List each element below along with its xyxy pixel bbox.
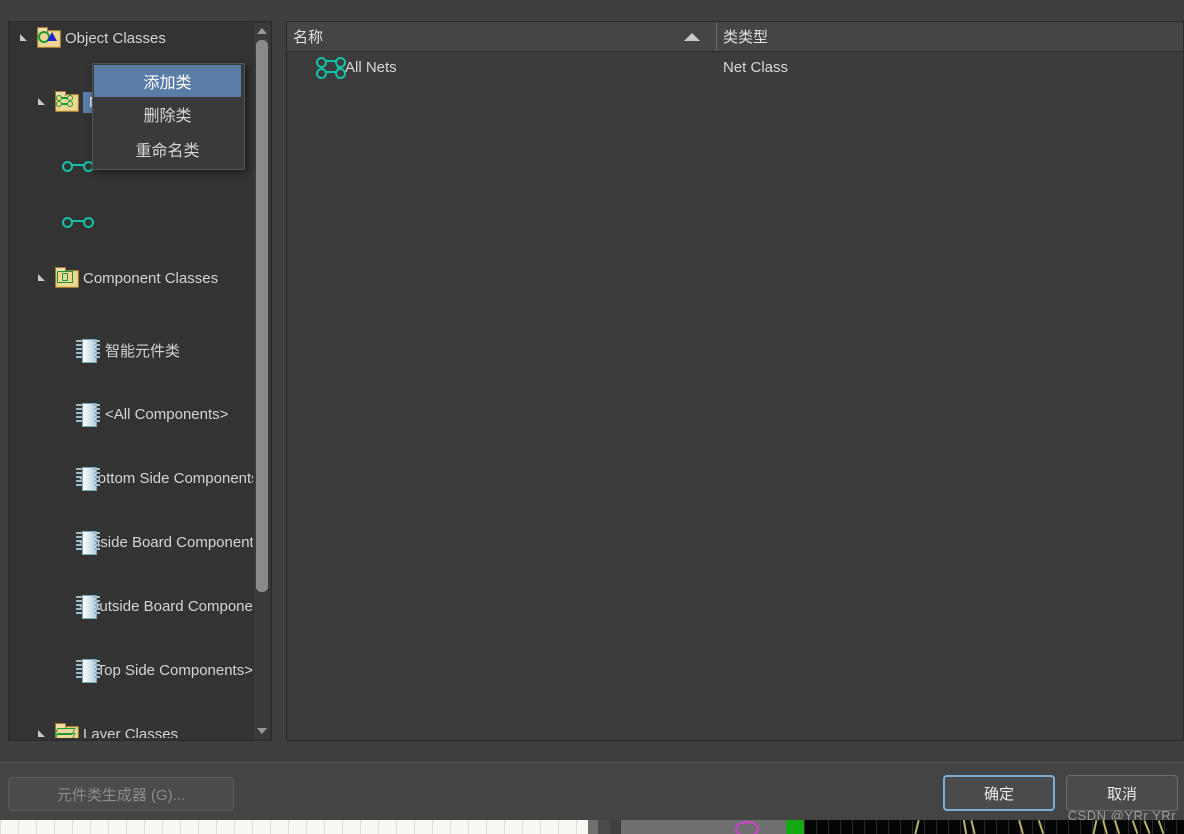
folder-component-classes-icon (53, 267, 79, 289)
context-menu-item-delete-class[interactable]: 删除类 (94, 98, 241, 130)
folder-net-classes-icon (53, 91, 79, 113)
tree-item-net-b[interactable] (9, 206, 253, 238)
tree-item-top-side-components[interactable]: <Top Side Components> (9, 654, 253, 686)
tree-item-label: <Top Side Components> (87, 661, 253, 679)
tree-item-component-classes[interactable]: Component Classes (9, 262, 253, 294)
context-menu-item-label: 删除类 (143, 108, 192, 125)
dialog-body: Object Classes Net Classes (0, 0, 1184, 762)
scroll-up-button[interactable] (254, 23, 270, 39)
tree-item-outside-board-components[interactable]: <Outside Board Components> (9, 590, 253, 622)
cancel-button-label: 取消 (1106, 785, 1137, 803)
pcb-magenta-arc (735, 821, 759, 834)
ok-button[interactable]: 确定 (943, 775, 1055, 811)
component-class-generator-label: 元件类生成器 (G)... (56, 786, 186, 804)
tree-item-object-classes[interactable]: Object Classes (9, 22, 253, 54)
tree-vertical-scrollbar[interactable] (254, 23, 270, 739)
column-header-type[interactable]: 类类型 (717, 22, 1183, 51)
chevron-up-icon (257, 28, 267, 34)
column-header-label: 名称 (293, 29, 324, 46)
pcb-gray-bar-3 (621, 820, 786, 834)
component-class-generator-button[interactable]: 元件类生成器 (G)... (8, 777, 234, 811)
list-header-row: 名称 类类型 (287, 22, 1183, 52)
scroll-down-button[interactable] (254, 723, 270, 739)
class-members-list-panel[interactable]: 名称 类类型 All Nets Net Class (286, 21, 1184, 741)
pcb-gray-bar-1 (588, 820, 598, 834)
pcb-green-marker (786, 820, 804, 834)
column-header-name[interactable]: 名称 (287, 22, 717, 51)
scrollbar-thumb[interactable] (256, 40, 268, 592)
folder-object-classes-icon (35, 27, 61, 49)
net-icon (315, 56, 346, 79)
chip-icon (75, 402, 101, 427)
tree-item-label: Component Classes (83, 269, 219, 287)
expander-arrow-icon[interactable] (35, 262, 53, 294)
pcb-canvas-background (0, 820, 1184, 834)
column-header-label: 类类型 (723, 29, 769, 46)
net-icon (61, 211, 94, 233)
pcb-white-region (0, 820, 588, 834)
sort-ascending-icon (684, 33, 700, 41)
pcb-gray-bar-2 (598, 820, 610, 834)
context-menu-item-label: 添加类 (143, 75, 192, 92)
folder-layer-classes-icon (53, 723, 79, 738)
tree-item-label: 智能元件类 (105, 342, 181, 360)
tree-item-label: Object Classes (65, 29, 166, 47)
tree-context-menu[interactable]: 添加类 删除类 重命名类 (92, 63, 245, 170)
tree-item-label: Layer Classes (83, 725, 179, 739)
dialog-footer: 元件类生成器 (G)... 确定 取消 (0, 762, 1184, 821)
tree-item-inside-board-components[interactable]: <Inside Board Components> (9, 526, 253, 558)
cell-type-label: Net Class (723, 58, 789, 76)
tree-item-smart-component-class[interactable]: 智能元件类 (9, 334, 253, 366)
cancel-button[interactable]: 取消 (1066, 775, 1178, 811)
expander-arrow-icon[interactable] (35, 718, 53, 738)
chip-icon (75, 338, 101, 363)
context-menu-item-rename-class[interactable]: 重命名类 (94, 132, 241, 166)
ok-button-label: 确定 (983, 785, 1014, 803)
net-icon (61, 155, 94, 177)
pcb-black-region (804, 820, 1184, 834)
cell-name-label: All Nets (345, 58, 397, 76)
tree-item-layer-classes[interactable]: Layer Classes (9, 718, 253, 738)
chevron-down-icon (257, 728, 267, 734)
tree-item-label: <Outside Board Components> (79, 597, 253, 615)
tree-item-label: <All Components> (105, 405, 229, 423)
context-menu-item-add-class[interactable]: 添加类 (94, 65, 241, 97)
expander-arrow-icon[interactable] (35, 86, 53, 118)
tree-item-bottom-side-components[interactable]: <Bottom Side Components> (9, 462, 253, 494)
expander-arrow-icon[interactable] (17, 22, 35, 54)
tree-item-label: <Bottom Side Components> (79, 469, 253, 487)
tree-item-all-components[interactable]: <All Components> (9, 398, 253, 430)
context-menu-item-label: 重命名类 (135, 143, 200, 160)
chip-icon (75, 658, 100, 683)
tree-item-label: <Inside Board Components> (79, 533, 253, 551)
cell-name: All Nets (315, 56, 397, 79)
table-row[interactable]: All Nets Net Class (287, 51, 1183, 83)
object-class-explorer-dialog: Object Classes Net Classes (0, 0, 1184, 834)
